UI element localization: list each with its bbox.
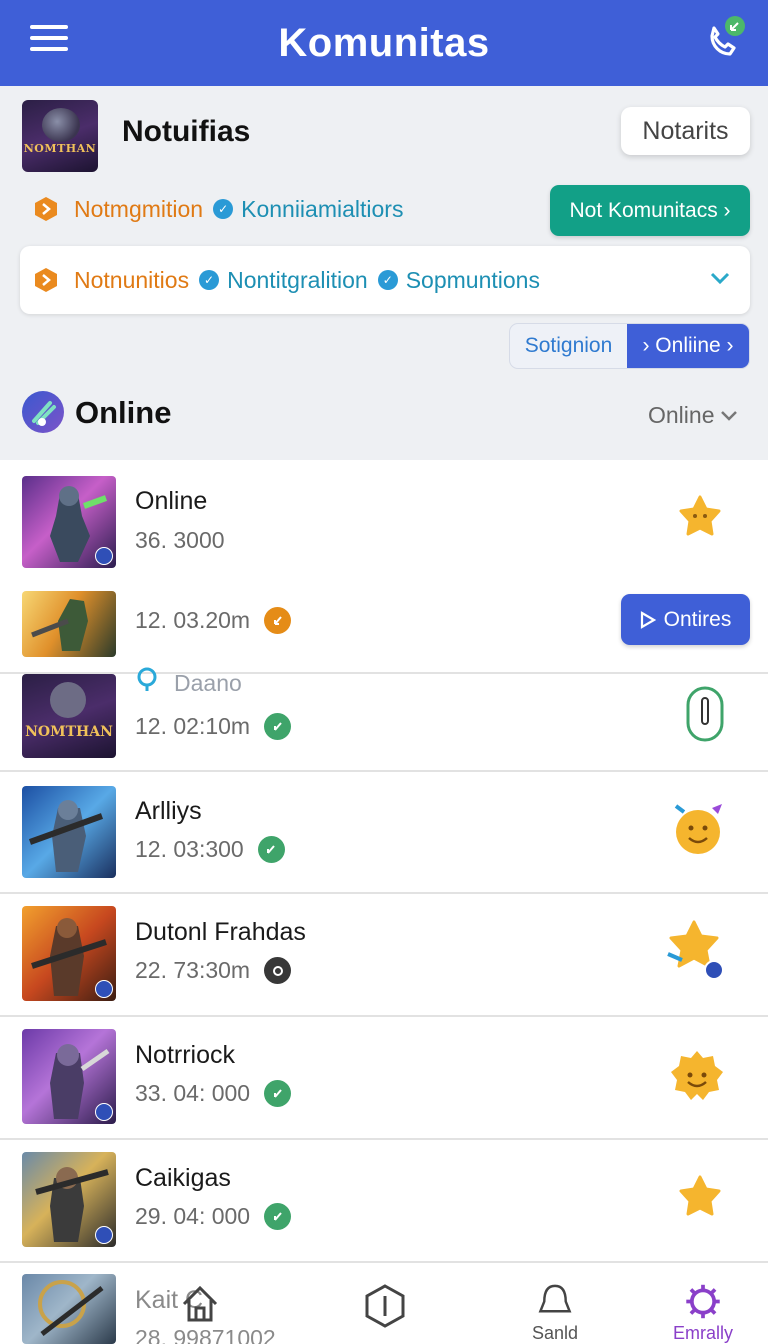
member-status: 36. 3000 (135, 527, 225, 553)
chevron-down-icon (710, 272, 730, 285)
nav-hexagon[interactable] (362, 1282, 408, 1344)
verified-icon: ✓ (213, 199, 234, 219)
member-status: 33. 04: 000 (135, 1080, 292, 1107)
avatar (22, 591, 116, 657)
divider (0, 672, 768, 674)
nav-emrally[interactable]: Emrally (665, 1282, 741, 1344)
play-icon (640, 610, 656, 629)
app-bar: Komunitas (0, 0, 768, 86)
notarits-button[interactable]: Notarits (621, 107, 750, 155)
star-icon[interactable] (677, 1174, 723, 1220)
dropdown-item-3: Sopmuntions (405, 266, 540, 293)
divider (0, 770, 768, 772)
smiley-icon[interactable] (668, 800, 728, 858)
gear-icon (686, 1284, 720, 1319)
nav-sanld[interactable]: Sanld (520, 1282, 590, 1344)
status-icon (264, 1080, 292, 1107)
member-status: 12. 03.20m (135, 607, 292, 634)
game-logo: NOMTHAN (22, 100, 98, 172)
menu-icon[interactable] (30, 25, 68, 55)
page-title: Komunitas (278, 20, 490, 65)
hexagon-icon (35, 268, 57, 292)
online-filter-label: Online (648, 402, 715, 428)
hexagon-icon (35, 197, 57, 221)
nav-label: Sanld (531, 1323, 579, 1343)
tag-row: Notmgmition ✓ Konniiamialtiors (34, 194, 403, 224)
chevron-down-icon (721, 410, 738, 421)
segment-control: Sotignion › Onliine › (509, 323, 750, 369)
divider (0, 1138, 768, 1140)
member-name[interactable]: Daano (174, 670, 242, 697)
svg-text:NOMTHAN: NOMTHAN (25, 724, 113, 740)
divider (0, 1261, 768, 1263)
category-dropdown[interactable]: Notnunitios ✓ Nontitgralition ✓ Sopmunti… (20, 246, 750, 314)
phone-icon[interactable] (706, 14, 746, 60)
bell-icon (538, 1284, 572, 1313)
section-title: Online (75, 395, 172, 430)
verified-icon: ✓ (377, 270, 398, 290)
toggle-icon[interactable] (686, 686, 724, 742)
bottom-navigation: Sanld Emrally (0, 1282, 768, 1344)
divider (0, 892, 768, 894)
member-status: 29. 04: 000 (135, 1203, 292, 1230)
divider (0, 1015, 768, 1017)
location-pin-icon (137, 667, 157, 691)
community-title: Notuifias (122, 115, 251, 148)
member-name[interactable]: Notrriock (135, 1041, 235, 1070)
status-icon (264, 957, 292, 984)
member-name[interactable]: Arlliys (135, 797, 202, 826)
star-badge-icon[interactable] (664, 918, 726, 980)
status-icon (257, 836, 285, 863)
avatar (22, 1152, 116, 1247)
ontires-button[interactable]: Ontires (621, 594, 750, 645)
member-status: 12. 02:10m (135, 713, 292, 740)
dropdown-item-1: Notnunitios (74, 266, 190, 293)
smiley-icon[interactable] (669, 1048, 725, 1104)
not-komunitas-button[interactable]: Not Komunitacs › (550, 185, 750, 236)
avatar (22, 476, 116, 568)
avatar (22, 786, 116, 878)
online-filter[interactable]: Online (648, 402, 738, 429)
community-icon (22, 391, 64, 433)
avatar: NOMTHAN (22, 674, 116, 758)
tag-label-1[interactable]: Notmgmition (74, 196, 203, 223)
segment-sotignion[interactable]: Sotignion (510, 324, 627, 368)
avatar (22, 906, 116, 1001)
dropdown-item-2: Nontitgralition (227, 266, 368, 293)
member-name[interactable]: Dutonl Frahdas (135, 918, 306, 947)
member-status: 22. 73:30m (135, 957, 292, 984)
verified-icon: ✓ (199, 270, 220, 290)
nav-label: Emrally (672, 1323, 733, 1343)
star-icon[interactable] (677, 494, 723, 540)
tag-label-2[interactable]: Konniiamialtiors (241, 196, 403, 223)
home-icon (182, 1285, 218, 1322)
status-icon (264, 713, 292, 740)
status-icon (264, 607, 292, 634)
segment-online[interactable]: › Onliine › (627, 324, 749, 368)
member-name[interactable]: Caikigas (135, 1164, 231, 1193)
member-status: 12. 03:300 (135, 836, 285, 863)
nav-home[interactable] (175, 1282, 225, 1344)
hexagon-icon (365, 1284, 405, 1328)
avatar (22, 1029, 116, 1124)
status-icon (264, 1203, 292, 1230)
member-name[interactable]: Online (135, 487, 207, 516)
